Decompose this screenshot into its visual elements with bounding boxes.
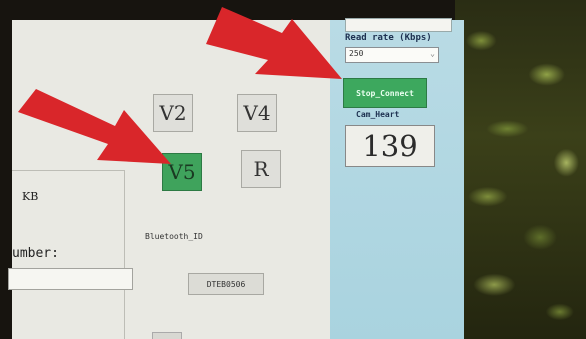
r-button-label: R xyxy=(253,157,269,181)
r-button[interactable]: R xyxy=(241,150,281,188)
cam-heart-value-box: 139 xyxy=(345,125,435,167)
monitor-photo: V2 V4 V5 R KB umber: Bluetooth_ID DTEB05… xyxy=(0,0,586,339)
read-rate-label: Read rate (Kbps) xyxy=(345,33,432,43)
read-rate-value: 250 xyxy=(349,49,364,58)
right-sidebar: Read rate (Kbps) 250 ⌄ Stop_Connect Cam_… xyxy=(330,18,464,339)
background-foliage xyxy=(455,0,586,339)
kb-label: KB xyxy=(22,190,39,203)
v4-button-label: V4 xyxy=(243,101,271,125)
dropdown-chevron-icon: ⌄ xyxy=(430,49,435,58)
cam-heart-value: 139 xyxy=(362,129,418,163)
bluetooth-id-value[interactable]: DTEB0506 xyxy=(188,273,264,295)
bluetooth-id-label: Bluetooth_ID xyxy=(145,232,203,241)
v4-button[interactable]: V4 xyxy=(237,94,277,132)
partial-button[interactable] xyxy=(152,332,182,339)
v2-button-label: V2 xyxy=(159,101,187,125)
number-input[interactable] xyxy=(8,268,133,290)
v2-button[interactable]: V2 xyxy=(153,94,193,132)
number-label: umber: xyxy=(12,246,59,261)
app-window: V2 V4 V5 R KB umber: Bluetooth_ID DTEB05… xyxy=(8,18,464,339)
bluetooth-id-text: DTEB0506 xyxy=(206,279,246,289)
v5-button-label: V5 xyxy=(168,160,196,184)
sidebar-top-field[interactable] xyxy=(345,18,452,32)
v5-button[interactable]: V5 xyxy=(162,153,202,191)
stop-connect-label: Stop_Connect xyxy=(356,88,414,98)
stop-connect-button[interactable]: Stop_Connect xyxy=(343,78,427,108)
cam-heart-label: Cam_Heart xyxy=(356,110,400,119)
read-rate-select[interactable]: 250 ⌄ xyxy=(345,47,439,63)
